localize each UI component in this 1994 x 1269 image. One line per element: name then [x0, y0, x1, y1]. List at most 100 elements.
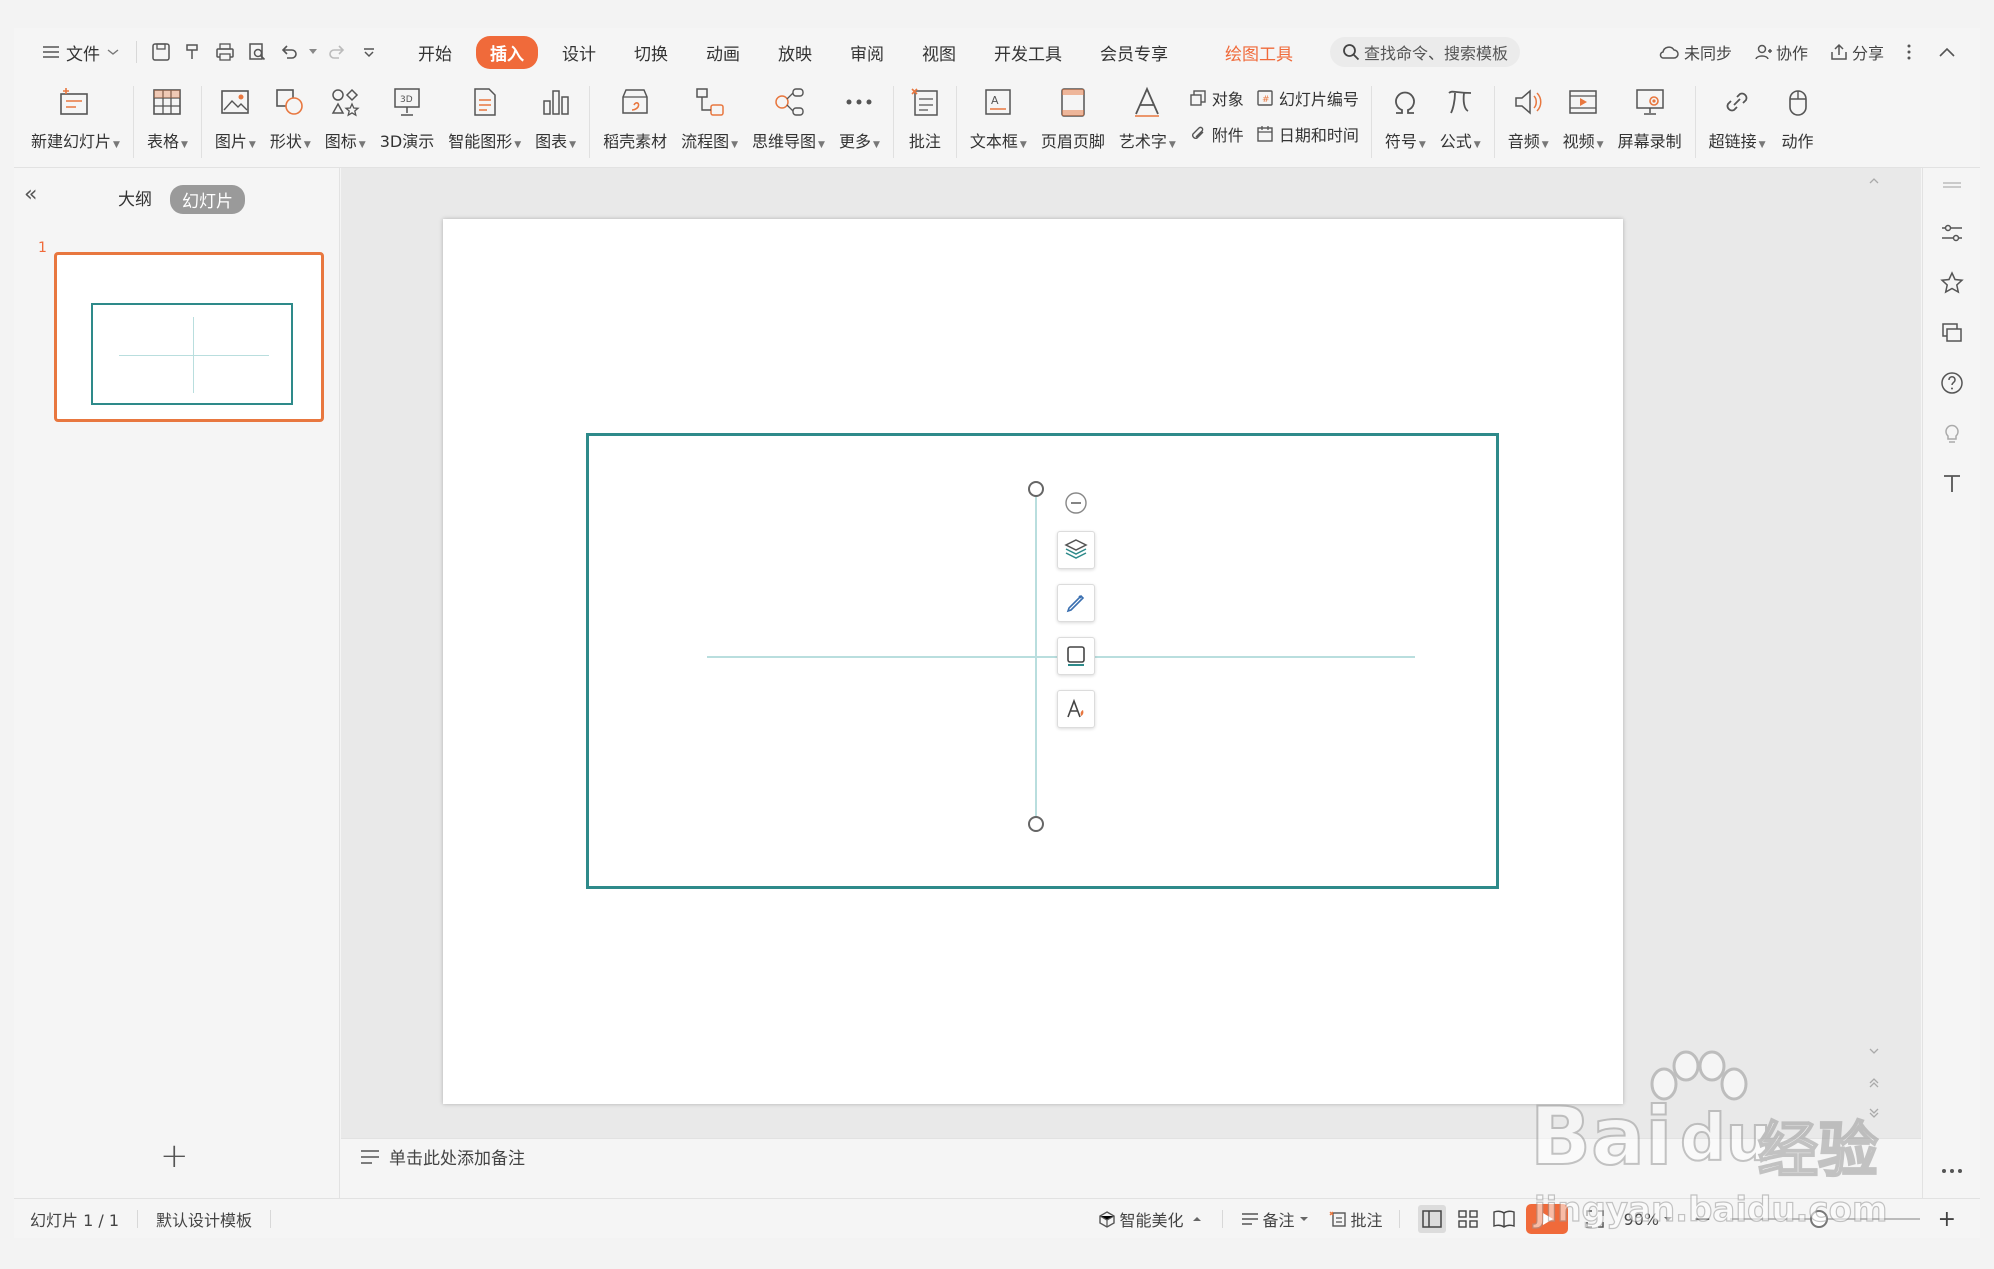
header-footer-button[interactable]: 页眉页脚 [1041, 76, 1105, 167]
action-button[interactable]: 动作 [1780, 76, 1816, 167]
tab-developer[interactable]: 开发工具 [980, 36, 1076, 69]
mindmap-button[interactable]: 思维导图 ▼ [752, 76, 825, 167]
tab-view[interactable]: 视图 [908, 36, 970, 69]
3d-demo-label: 3D演示 [379, 132, 435, 151]
print-preview-icon[interactable] [244, 39, 270, 65]
textbox-button[interactable]: A 文本框 ▼ [970, 76, 1027, 167]
command-search[interactable]: 查找命令、搜索模板 [1330, 37, 1521, 67]
tab-animations[interactable]: 动画 [692, 36, 754, 69]
lightbulb-icon[interactable] [1939, 420, 1965, 446]
collaborate-button[interactable]: 协作 [1754, 40, 1808, 64]
wordart-button[interactable]: 艺术字 ▼ [1119, 76, 1176, 167]
smart-beautify-button[interactable]: 智能美化 [1098, 1207, 1206, 1231]
divider [1221, 1210, 1223, 1228]
layers-icon [1064, 539, 1088, 559]
datetime-button[interactable]: 日期和时间 [1256, 122, 1359, 146]
tab-design[interactable]: 设计 [548, 36, 610, 69]
3d-demo-button[interactable]: 3D 3D演示 [379, 76, 435, 167]
format-painter-icon[interactable] [180, 39, 206, 65]
textbox-label: 文本框 [969, 132, 1018, 151]
collapse-toolbar-button[interactable] [1057, 489, 1095, 517]
notes-toggle-button[interactable]: 备注 [1241, 1207, 1313, 1231]
formula-button[interactable]: 公式 ▼ [1440, 76, 1481, 167]
collapse-panel-icon[interactable]: « [24, 182, 37, 207]
save-icon[interactable] [148, 39, 174, 65]
tab-slides[interactable]: 幻灯片 [170, 185, 245, 214]
shape-button[interactable]: 形状 ▼ [270, 76, 311, 167]
layer-button[interactable] [1057, 531, 1095, 569]
tab-outline[interactable]: 大纲 [118, 185, 152, 210]
attachment-button[interactable]: 附件 [1189, 122, 1244, 146]
video-icon [1565, 84, 1601, 120]
smart-graphic-button[interactable]: 智能图形 ▼ [448, 76, 521, 167]
text-format-icon[interactable] [1939, 470, 1965, 496]
more-options-icon[interactable] [1906, 43, 1916, 61]
table-button[interactable]: 表格 ▼ [147, 76, 188, 167]
watermark-brand: Bai [1529, 1089, 1673, 1184]
drag-handle-icon[interactable] [1939, 172, 1965, 198]
sidebar-more-icon[interactable] [1939, 1158, 1965, 1184]
video-button[interactable]: 视频 ▼ [1563, 76, 1604, 167]
hyperlink-button[interactable]: 超链接 ▼ [1709, 76, 1766, 167]
symbol-button[interactable]: 符号 ▼ [1385, 76, 1426, 167]
audio-button[interactable]: 音频 ▼ [1508, 76, 1549, 167]
outline-style-button[interactable] [1057, 584, 1095, 622]
file-menu-button[interactable]: 文件 [34, 35, 128, 69]
slide-library-icon[interactable] [1939, 320, 1965, 346]
vertical-line-shape-selected[interactable] [1035, 488, 1037, 824]
divider [1694, 86, 1696, 158]
tab-review[interactable]: 审阅 [836, 36, 898, 69]
reading-view-button[interactable] [1490, 1205, 1518, 1233]
scroll-up-icon[interactable] [1868, 176, 1880, 186]
screen-record-button[interactable]: 屏幕录制 [1618, 76, 1682, 167]
picture-button[interactable]: 图片 ▼ [215, 76, 256, 167]
sync-status-button[interactable]: 未同步 [1658, 40, 1732, 64]
video-label: 视频 [1562, 132, 1595, 151]
tab-member[interactable]: 会员专享 [1086, 36, 1182, 69]
undo-icon[interactable] [276, 39, 302, 65]
zoom-in-button[interactable]: + [1938, 1207, 1956, 1232]
tab-insert[interactable]: 插入 [476, 35, 538, 69]
slide-canvas[interactable] [341, 168, 1921, 1138]
tab-transitions[interactable]: 切换 [620, 36, 682, 69]
slide-number-button[interactable]: # 幻灯片编号 [1256, 86, 1359, 110]
comments-toggle-button[interactable]: 批注 [1329, 1207, 1383, 1231]
help-icon[interactable] [1939, 370, 1965, 396]
cube-icon [1098, 1211, 1115, 1228]
text-style-button[interactable] [1057, 690, 1095, 728]
line-start-handle[interactable] [1028, 481, 1044, 497]
star-icon[interactable] [1939, 270, 1965, 296]
add-slide-icon[interactable]: + [160, 1136, 189, 1176]
audio-label: 音频 [1507, 132, 1540, 151]
more-button[interactable]: 更多 ▼ [839, 76, 880, 167]
line-end-handle[interactable] [1028, 816, 1044, 832]
sorter-view-button[interactable] [1454, 1205, 1482, 1233]
bar-chart-icon [538, 84, 574, 120]
collapse-ribbon-icon[interactable] [1938, 46, 1960, 58]
tab-drawing-tools[interactable]: 绘图工具 [1211, 36, 1307, 69]
book-icon [1492, 1210, 1515, 1228]
chart-button[interactable]: 图表 ▼ [535, 76, 576, 167]
object-button[interactable]: 对象 [1189, 86, 1244, 110]
tab-home[interactable]: 开始 [404, 36, 466, 69]
print-icon[interactable] [212, 39, 238, 65]
vertical-scrollbar[interactable] [1867, 176, 1881, 1136]
tab-slideshow[interactable]: 放映 [764, 36, 826, 69]
customize-toolbar-icon[interactable] [356, 39, 382, 65]
share-button[interactable]: 分享 [1830, 40, 1884, 64]
action-label: 动作 [1781, 132, 1814, 151]
template-name[interactable]: 默认设计模板 [156, 1207, 252, 1231]
normal-view-button[interactable] [1417, 1205, 1446, 1233]
slide[interactable] [443, 219, 1623, 1104]
new-slide-button[interactable]: 新建幻灯片 ▼ [31, 76, 120, 167]
icon-library-button[interactable]: 图标 ▼ [325, 76, 366, 167]
undo-dropdown-icon[interactable] [308, 39, 318, 65]
redo-icon[interactable] [324, 39, 350, 65]
slide-thumbnail[interactable] [54, 252, 324, 422]
daoke-materials-button[interactable]: 稻壳素材 [603, 76, 667, 167]
flowchart-button[interactable]: 流程图 ▼ [681, 76, 738, 167]
comment-button[interactable]: 批注 [907, 76, 943, 167]
shape-style-button[interactable] [1057, 637, 1095, 675]
properties-icon[interactable] [1939, 220, 1965, 246]
slide-number-icon: # [1257, 90, 1273, 106]
